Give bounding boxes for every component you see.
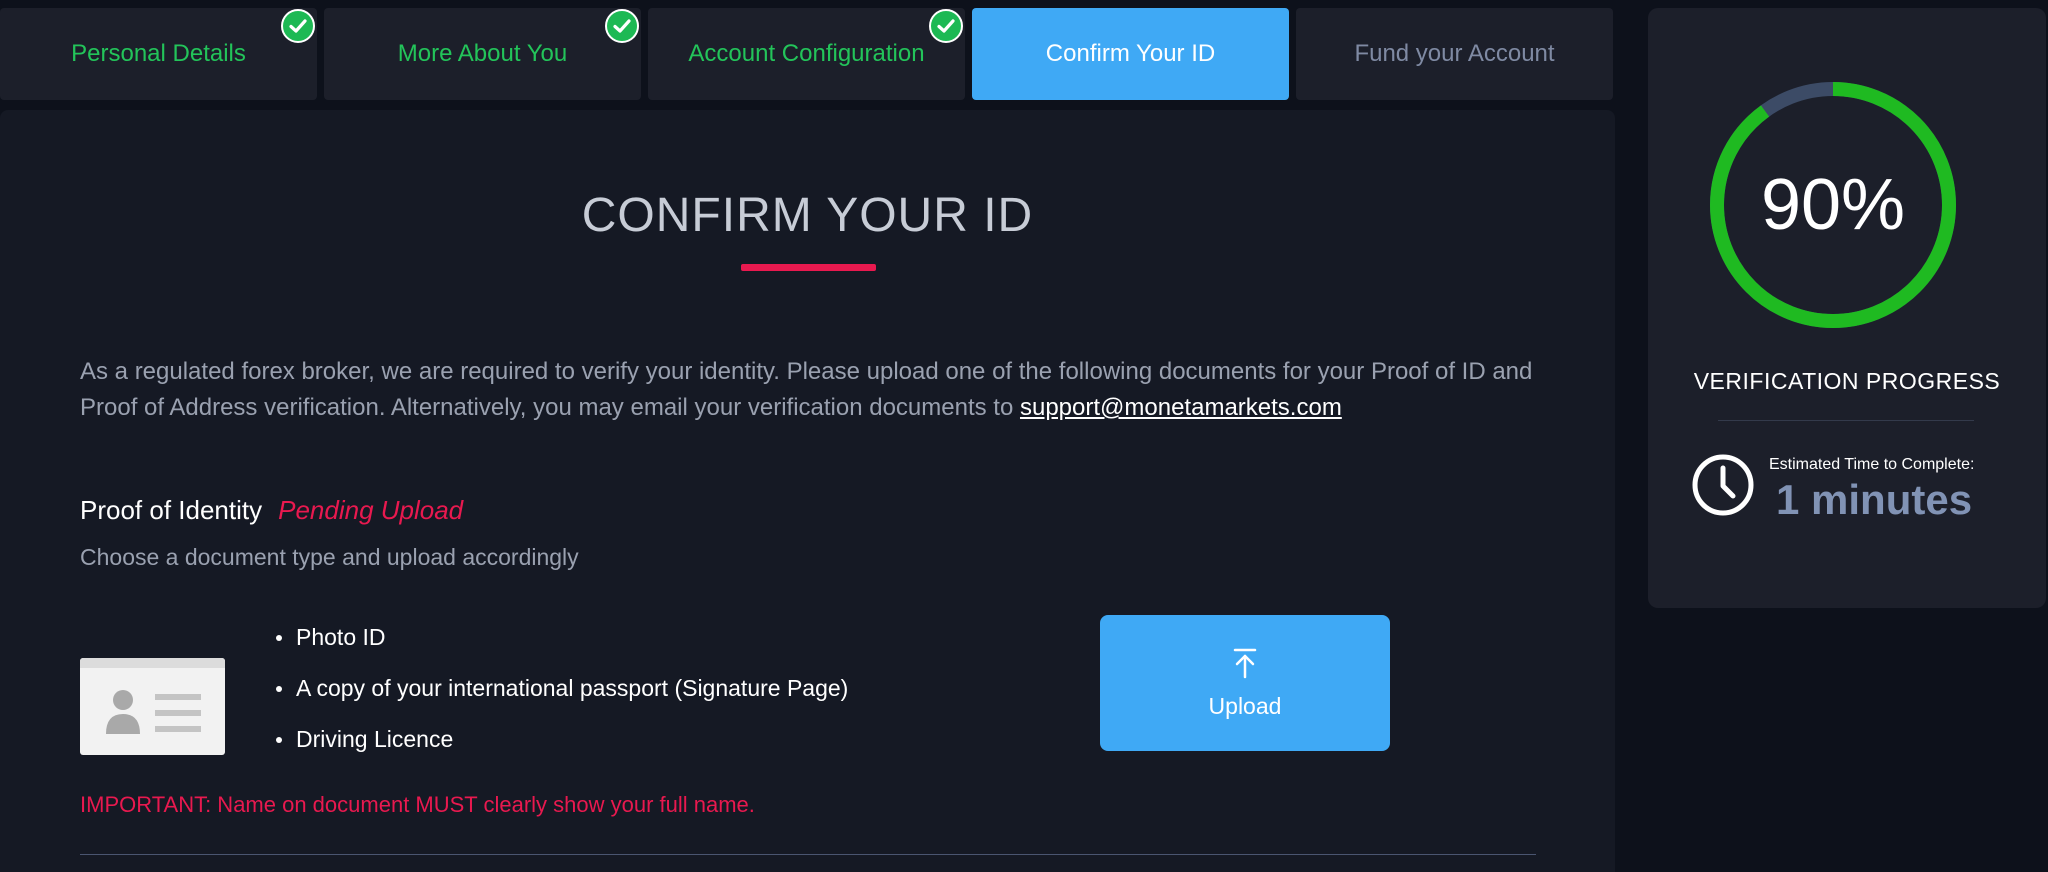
check-circle-icon bbox=[281, 9, 315, 43]
tab-label: Personal Details bbox=[71, 40, 246, 67]
side-divider bbox=[1718, 420, 1974, 421]
tab-label: Fund your Account bbox=[1354, 40, 1555, 67]
clock-icon bbox=[1692, 454, 1754, 516]
list-item: Driving Licence bbox=[270, 714, 848, 765]
progress-percent: 90% bbox=[1760, 165, 1906, 245]
tab-label: Account Configuration bbox=[688, 40, 925, 67]
tab-personal-details[interactable]: Personal Details bbox=[0, 8, 317, 100]
tab-fund-your-account[interactable]: Fund your Account bbox=[1296, 8, 1613, 100]
list-item: Photo ID bbox=[270, 612, 848, 663]
upload-arrow-icon bbox=[1232, 647, 1258, 685]
important-note: IMPORTANT: Name on document MUST clearly… bbox=[80, 792, 755, 817]
page-title: CONFIRM YOUR ID bbox=[581, 189, 1034, 242]
upload-button[interactable]: Upload bbox=[1100, 615, 1390, 751]
verification-progress-panel: 90% VERIFICATION PROGRESS Estimated Time… bbox=[1648, 8, 2046, 608]
eta-label: Estimated Time to Complete: bbox=[1769, 456, 1975, 473]
proof-heading: Proof of Identity bbox=[80, 495, 263, 525]
support-email-link[interactable]: support@monetamarkets.com bbox=[1020, 394, 1342, 421]
check-circle-icon bbox=[605, 9, 639, 43]
confirm-id-panel: CONFIRM YOUR ID As a regulated forex bro… bbox=[0, 110, 1615, 872]
tab-label: Confirm Your ID bbox=[1045, 40, 1216, 67]
tab-more-about-you[interactable]: More About You bbox=[324, 8, 641, 100]
status-badge: Pending Upload bbox=[278, 495, 464, 525]
proof-subtitle: Choose a document type and upload accord… bbox=[80, 544, 579, 570]
proof-of-identity-header: Proof of Identity Pending Upload bbox=[80, 495, 463, 526]
progress-label: VERIFICATION PROGRESS bbox=[1693, 368, 2001, 394]
check-circle-icon bbox=[929, 9, 963, 43]
title-underline bbox=[741, 264, 876, 271]
section-divider bbox=[80, 854, 1536, 855]
intro-text: As a regulated forex broker, we are requ… bbox=[80, 354, 1560, 426]
tab-label: More About You bbox=[397, 40, 568, 67]
page: Personal Details More About You Account … bbox=[0, 0, 2048, 872]
tab-account-configuration[interactable]: Account Configuration bbox=[648, 8, 965, 100]
id-card-icon bbox=[80, 658, 225, 755]
list-item: A copy of your international passport (S… bbox=[270, 663, 848, 714]
step-tabs: Personal Details More About You Account … bbox=[0, 8, 1613, 100]
upload-button-label: Upload bbox=[1208, 692, 1282, 719]
tab-confirm-your-id[interactable]: Confirm Your ID bbox=[972, 8, 1289, 100]
eta-value: 1 minutes bbox=[1776, 476, 1973, 523]
document-type-list: Photo ID A copy of your international pa… bbox=[270, 612, 848, 765]
